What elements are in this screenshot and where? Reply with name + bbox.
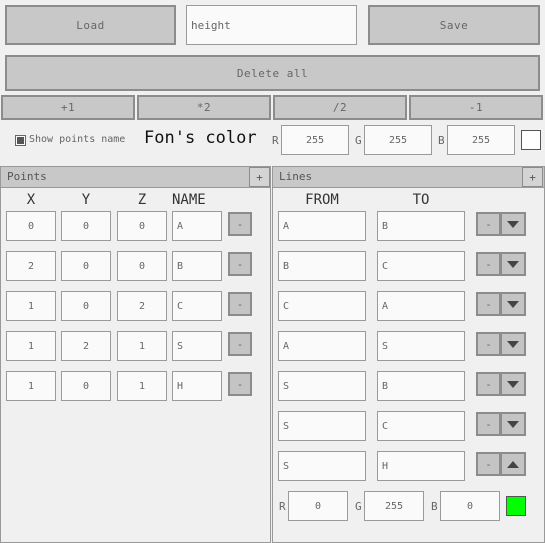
line-r-input[interactable]: 0 [288, 491, 348, 521]
line-from-input[interactable]: C [278, 291, 366, 321]
collapse-line-button[interactable] [500, 452, 526, 476]
line-to-input[interactable]: H [377, 451, 465, 481]
checkbox-check-icon [17, 137, 24, 144]
remove-line-button[interactable]: - [476, 212, 501, 236]
line-from-input[interactable]: A [278, 211, 366, 241]
remove-point-button[interactable]: - [228, 332, 252, 356]
point-name-input[interactable]: H [172, 371, 222, 401]
font-color-label: Fon's color [144, 128, 257, 148]
point-x-input[interactable]: 0 [6, 211, 56, 241]
expand-line-button[interactable] [500, 212, 526, 236]
point-name-input[interactable]: C [172, 291, 222, 321]
chevron-down-icon [507, 340, 519, 348]
font-b-input[interactable]: 255 [447, 125, 515, 155]
show-points-checkbox[interactable] [15, 135, 26, 146]
point-y-input[interactable]: 2 [61, 331, 111, 361]
line-from-input[interactable]: S [278, 451, 366, 481]
point-y-input[interactable]: 0 [61, 251, 111, 281]
remove-line-button[interactable]: - [476, 372, 501, 396]
line-from-input[interactable]: B [278, 251, 366, 281]
add-one-button[interactable]: +1 [1, 95, 135, 120]
point-z-input[interactable]: 1 [117, 331, 167, 361]
line-color-swatch[interactable] [506, 496, 526, 516]
expand-line-button[interactable] [500, 412, 526, 436]
point-name-input[interactable]: B [172, 251, 222, 281]
points-panel-title: Points [1, 167, 270, 188]
point-x-input[interactable]: 2 [6, 251, 56, 281]
points-header-z: Z [137, 192, 147, 208]
point-name-input[interactable]: S [172, 331, 222, 361]
expand-line-button[interactable] [500, 252, 526, 276]
font-g-label: G [355, 134, 362, 147]
point-x-input[interactable]: 1 [6, 331, 56, 361]
points-header-x: X [26, 192, 36, 208]
point-x-input[interactable]: 1 [6, 291, 56, 321]
line-g-input[interactable]: 255 [364, 491, 424, 521]
remove-point-button[interactable]: - [228, 292, 252, 316]
font-color-swatch[interactable] [521, 130, 541, 150]
line-to-input[interactable]: B [377, 211, 465, 241]
point-z-input[interactable]: 0 [117, 251, 167, 281]
line-to-input[interactable]: S [377, 331, 465, 361]
remove-line-button[interactable]: - [476, 412, 501, 436]
line-to-input[interactable]: C [377, 251, 465, 281]
remove-line-button[interactable]: - [476, 332, 501, 356]
remove-point-button[interactable]: - [228, 212, 252, 236]
remove-line-button[interactable]: - [476, 292, 501, 316]
point-y-input[interactable]: 0 [61, 291, 111, 321]
expand-line-button[interactable] [500, 332, 526, 356]
show-points-label: Show points name [29, 134, 126, 145]
multiply-two-button[interactable]: *2 [137, 95, 271, 120]
point-z-input[interactable]: 1 [117, 371, 167, 401]
line-to-input[interactable]: C [377, 411, 465, 441]
expand-line-button[interactable] [500, 372, 526, 396]
expand-line-button[interactable] [500, 292, 526, 316]
subtract-one-button[interactable]: -1 [409, 95, 543, 120]
remove-point-button[interactable]: - [228, 372, 252, 396]
point-name-input[interactable]: A [172, 211, 222, 241]
font-g-input[interactable]: 255 [364, 125, 432, 155]
line-from-input[interactable]: S [278, 371, 366, 401]
point-z-input[interactable]: 2 [117, 291, 167, 321]
points-header-y: Y [81, 192, 91, 208]
chevron-down-icon [507, 300, 519, 308]
delete-all-button[interactable]: Delete all [5, 55, 540, 91]
font-r-input[interactable]: 255 [281, 125, 349, 155]
divide-two-button[interactable]: /2 [273, 95, 407, 120]
point-x-input[interactable]: 1 [6, 371, 56, 401]
line-r-label: R [279, 500, 286, 513]
line-b-input[interactable]: 0 [440, 491, 500, 521]
chevron-down-icon [507, 420, 519, 428]
lines-panel-title: Lines [273, 167, 544, 188]
chevron-down-icon [507, 220, 519, 228]
line-b-label: B [431, 500, 438, 513]
points-header-name: NAME [172, 192, 206, 208]
line-g-label: G [355, 500, 362, 513]
font-r-label: R [272, 134, 279, 147]
add-point-button[interactable]: + [249, 167, 270, 187]
lines-header-to: TO [412, 192, 430, 208]
line-from-input[interactable]: A [278, 331, 366, 361]
line-from-input[interactable]: S [278, 411, 366, 441]
font-b-label: B [438, 134, 445, 147]
line-to-input[interactable]: A [377, 291, 465, 321]
point-y-input[interactable]: 0 [61, 211, 111, 241]
chevron-down-icon [507, 260, 519, 268]
point-z-input[interactable]: 0 [117, 211, 167, 241]
chevron-up-icon [507, 460, 519, 468]
remove-point-button[interactable]: - [228, 252, 252, 276]
save-button[interactable]: Save [368, 5, 540, 45]
load-button[interactable]: Load [5, 5, 176, 45]
lines-header-from: FROM [305, 192, 339, 208]
remove-line-button[interactable]: - [476, 252, 501, 276]
point-y-input[interactable]: 0 [61, 371, 111, 401]
add-line-button[interactable]: + [522, 167, 543, 187]
remove-line-button[interactable]: - [476, 452, 501, 476]
name-input[interactable]: height [186, 5, 357, 45]
line-to-input[interactable]: B [377, 371, 465, 401]
chevron-down-icon [507, 380, 519, 388]
